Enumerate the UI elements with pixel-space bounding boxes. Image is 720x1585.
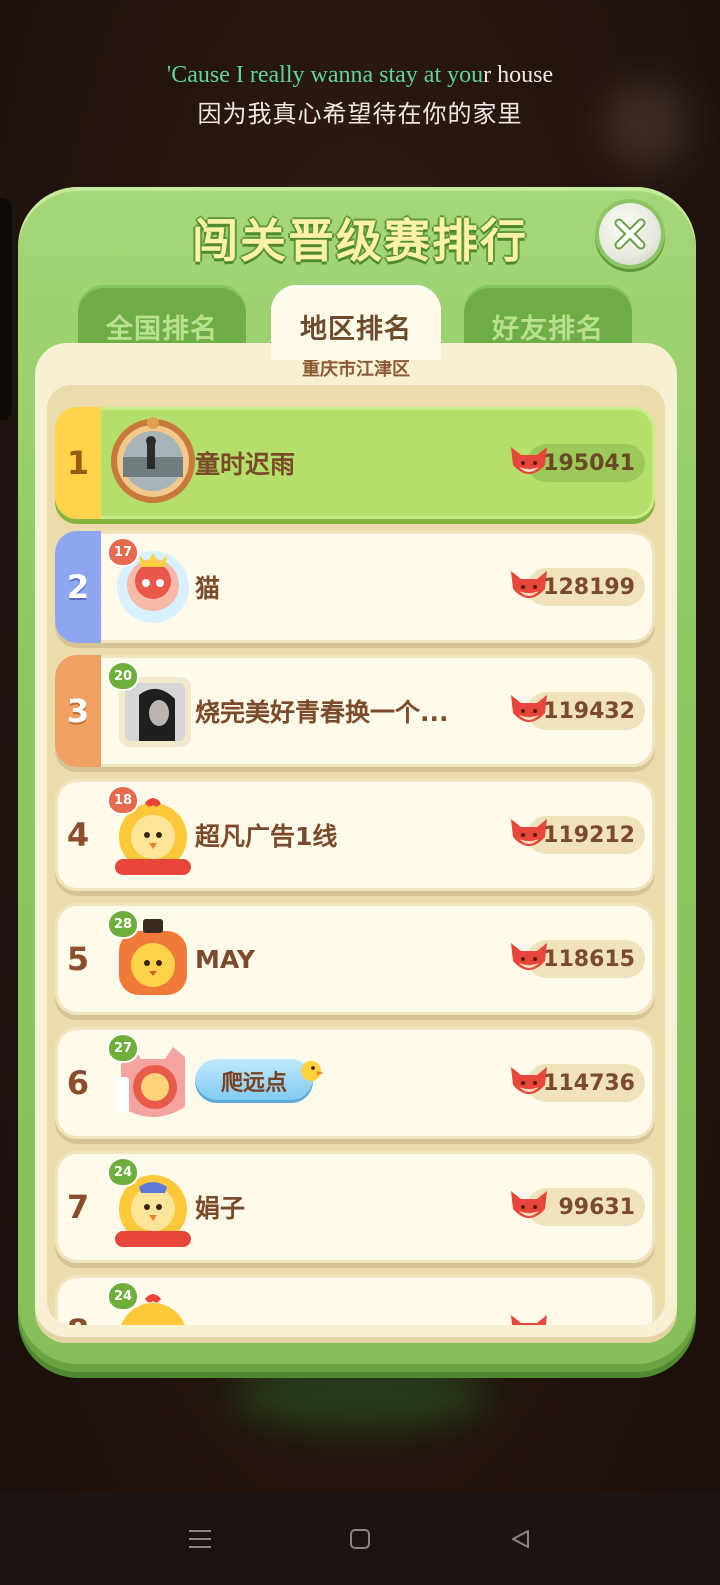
lyric-highlighted: 'Cause I really wanna stay at you [166, 62, 484, 88]
fox-icon [511, 1191, 547, 1218]
tab-label: 地区排名 [300, 314, 412, 345]
fox-icon [511, 571, 547, 598]
system-nav-bar [0, 1493, 720, 1585]
fox-icon [511, 447, 547, 474]
leaderboard-row[interactable]: 4 18 超凡广告1线 119212 [55, 779, 655, 891]
rank-number: 1 [55, 407, 101, 519]
leaderboard-row[interactable]: 7 24 娟子 99631 [55, 1151, 655, 1263]
fox-icon [511, 695, 547, 722]
home-icon [350, 1529, 370, 1549]
fox-icon [511, 1315, 547, 1325]
menu-icon [189, 1530, 211, 1548]
player-name: 爬远点 [220, 1071, 287, 1096]
avatar-frame-icon [111, 417, 195, 503]
list-container: 重庆市江津区 1 童时迟雨 195041 2 17 猫 128199 3 20 … [35, 343, 677, 1343]
leaderboard-list[interactable]: 1 童时迟雨 195041 2 17 猫 128199 3 20 烧完美好青春换… [47, 385, 665, 1325]
avatar[interactable] [109, 417, 197, 505]
leaderboard-row[interactable]: 5 28 MAY 118615 [55, 903, 655, 1015]
back-icon [512, 1530, 529, 1548]
rank-number: 4 [66, 816, 90, 854]
close-icon [614, 218, 646, 250]
tab-label: 好友排名 [492, 314, 604, 345]
rank-number: 2 [55, 531, 101, 643]
close-button[interactable] [599, 203, 661, 265]
level-badge: 24 [107, 1281, 139, 1311]
lyric-english: 'Cause I really wanna stay at your house [0, 58, 720, 92]
level-badge: 28 [107, 909, 139, 939]
player-name-badge: 爬远点 [195, 1059, 324, 1103]
rank-number: 5 [66, 940, 90, 978]
leaderboard-row[interactable]: 3 20 烧完美好青春换一个... 119432 [55, 655, 655, 767]
fox-icon [511, 943, 547, 970]
level-badge: 27 [107, 1033, 139, 1063]
player-name: 童时迟雨 [195, 450, 296, 479]
player-name: 猫 [195, 574, 221, 603]
leaderboard-row[interactable]: 1 童时迟雨 195041 [55, 407, 655, 519]
home-button[interactable] [340, 1519, 380, 1559]
lyric-rest: r house [483, 62, 554, 88]
player-name: 娟子 [195, 1194, 246, 1223]
level-badge: 17 [107, 537, 139, 567]
menu-button[interactable] [180, 1519, 220, 1559]
rank-number: 6 [66, 1064, 90, 1102]
tab-label: 全国排名 [106, 314, 218, 345]
player-name: 超凡广告1线 [195, 822, 338, 851]
leaderboard-row[interactable]: 8 24 [55, 1275, 655, 1325]
tab-regional[interactable]: 地区排名 [271, 285, 441, 360]
level-badge: 24 [107, 1157, 139, 1187]
duck-icon [301, 1061, 324, 1081]
player-name: MAY [195, 944, 255, 974]
leaderboard-row[interactable]: 2 17 猫 128199 [55, 531, 655, 643]
back-button[interactable] [500, 1519, 540, 1559]
rank-number: 7 [66, 1188, 90, 1226]
level-badge: 20 [107, 661, 139, 691]
leaderboard-row[interactable]: 6 27 爬远点 114736 [55, 1027, 655, 1139]
lyrics: 'Cause I really wanna stay at your house… [0, 58, 720, 129]
fox-icon [511, 1067, 547, 1094]
fox-icon [511, 819, 547, 846]
lyric-chinese: 因为我真心希望待在你的家里 [197, 100, 523, 128]
rank-number: 3 [55, 655, 101, 767]
level-badge: 18 [107, 785, 139, 815]
player-name: 烧完美好青春换一个... [195, 698, 449, 727]
rank-number: 8 [55, 1275, 101, 1325]
